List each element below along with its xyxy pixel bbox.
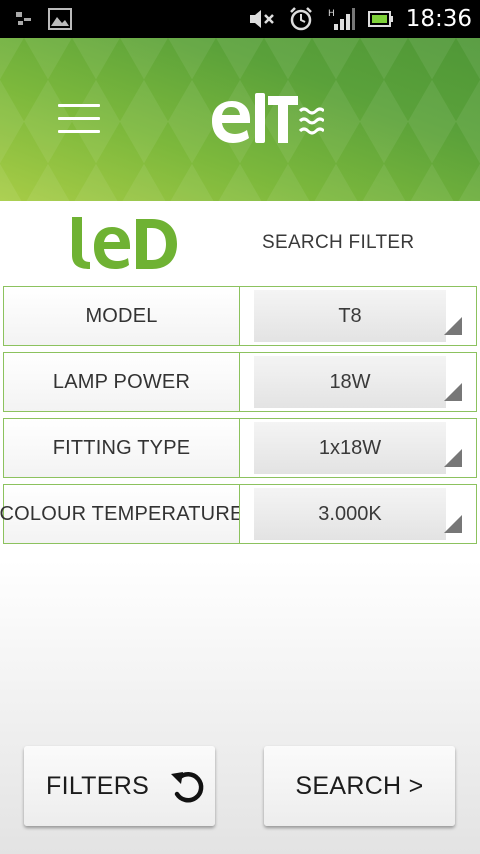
filter-row-fitting-type: FITTING TYPE 1x18W xyxy=(3,418,477,478)
subheader: SEARCH FILTER xyxy=(0,201,480,283)
dropdown-corner-icon xyxy=(444,383,462,401)
status-bar: H 18:36 xyxy=(0,0,480,38)
filter-row-colour-temperature: COLOUR TEMPERATURE 3.000K xyxy=(0,484,477,544)
dropdown-value: 3.000K xyxy=(254,488,446,540)
alarm-icon xyxy=(289,7,312,31)
dropdown-value: 1x18W xyxy=(254,422,446,474)
filter-label: FITTING TYPE xyxy=(3,418,240,478)
hamburger-menu-icon[interactable] xyxy=(58,100,102,136)
search-button[interactable]: SEARCH > xyxy=(264,746,455,826)
fitting-type-dropdown[interactable]: 1x18W xyxy=(239,418,477,478)
dropdown-corner-icon xyxy=(444,515,462,533)
mute-icon xyxy=(249,10,274,28)
usb-debug-icon xyxy=(16,12,31,25)
filter-label: LAMP POWER xyxy=(3,352,240,412)
led-logo xyxy=(72,217,177,269)
reset-icon xyxy=(171,772,204,803)
search-button-label: SEARCH > xyxy=(295,771,424,800)
filters-reset-button[interactable]: FILTERS xyxy=(24,746,215,826)
colour-temperature-dropdown[interactable]: 3.000K xyxy=(239,484,477,544)
filter-row-lamp-power: LAMP POWER 18W xyxy=(3,352,477,412)
battery-icon xyxy=(367,11,393,27)
dropdown-corner-icon xyxy=(444,317,462,335)
dropdown-value: T8 xyxy=(254,290,446,342)
svg-text:H: H xyxy=(328,9,335,19)
filters-button-label: FILTERS xyxy=(46,771,150,800)
lamp-power-dropdown[interactable]: 18W xyxy=(239,352,477,412)
page-title: SEARCH FILTER xyxy=(262,232,415,253)
signal-icon: H xyxy=(328,8,355,30)
model-dropdown[interactable]: T8 xyxy=(239,286,477,346)
dropdown-corner-icon xyxy=(444,449,462,467)
elt-logo xyxy=(212,93,324,143)
filter-label: COLOUR TEMPERATURE xyxy=(0,484,243,544)
filter-row-model: MODEL T8 xyxy=(3,286,477,346)
filter-label: MODEL xyxy=(3,286,240,346)
app-header xyxy=(0,38,480,201)
image-icon xyxy=(48,8,72,30)
dropdown-value: 18W xyxy=(254,356,446,408)
status-time: 18:36 xyxy=(405,6,472,32)
